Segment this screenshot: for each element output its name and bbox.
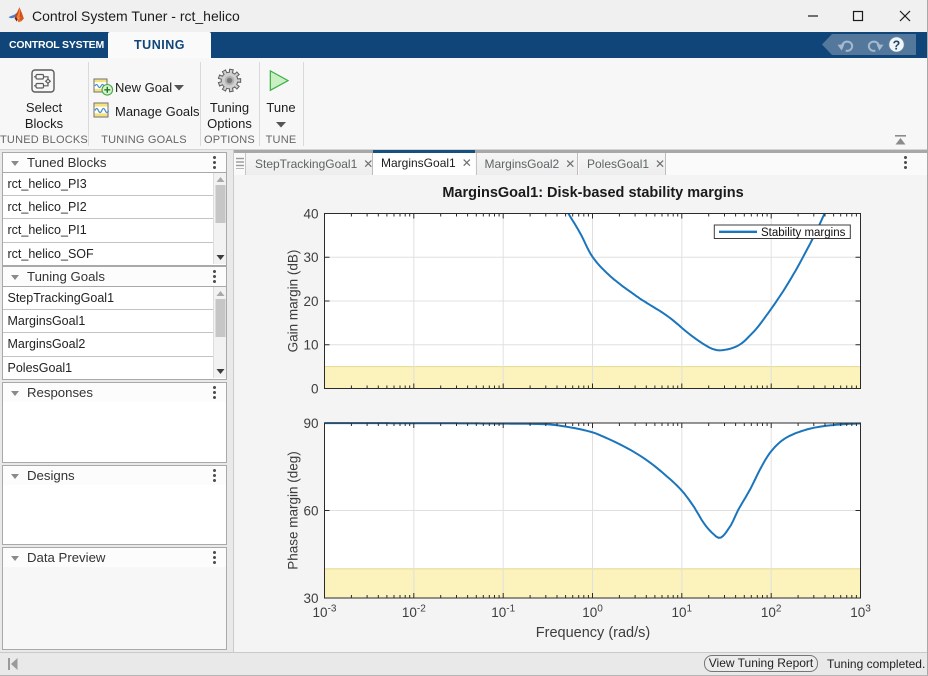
svg-text:Frequency (rad/s): Frequency (rad/s) bbox=[536, 625, 650, 641]
svg-text:Phase margin (deg): Phase margin (deg) bbox=[286, 451, 301, 570]
svg-text:10: 10 bbox=[303, 338, 318, 353]
svg-text:60: 60 bbox=[303, 503, 318, 518]
svg-text:10-2: 10-2 bbox=[402, 603, 426, 620]
svg-text:10-1: 10-1 bbox=[491, 603, 515, 620]
svg-text:20: 20 bbox=[303, 294, 318, 309]
svg-text:102: 102 bbox=[761, 603, 782, 620]
svg-text:10-3: 10-3 bbox=[313, 603, 337, 620]
svg-text:0: 0 bbox=[311, 381, 319, 396]
svg-text:101: 101 bbox=[672, 603, 693, 620]
svg-text:103: 103 bbox=[850, 603, 871, 620]
svg-text:40: 40 bbox=[303, 206, 318, 221]
svg-text:100: 100 bbox=[582, 603, 603, 620]
svg-text:30: 30 bbox=[303, 250, 318, 265]
svg-text:?: ? bbox=[893, 38, 901, 52]
svg-text:Gain margin (dB): Gain margin (dB) bbox=[286, 250, 301, 353]
svg-text:30: 30 bbox=[303, 591, 318, 606]
svg-text:Stability margins: Stability margins bbox=[761, 227, 846, 239]
svg-text:90: 90 bbox=[303, 416, 318, 431]
svg-text:MarginsGoal1: Disk-based stabi: MarginsGoal1: Disk-based stability margi… bbox=[442, 185, 743, 201]
